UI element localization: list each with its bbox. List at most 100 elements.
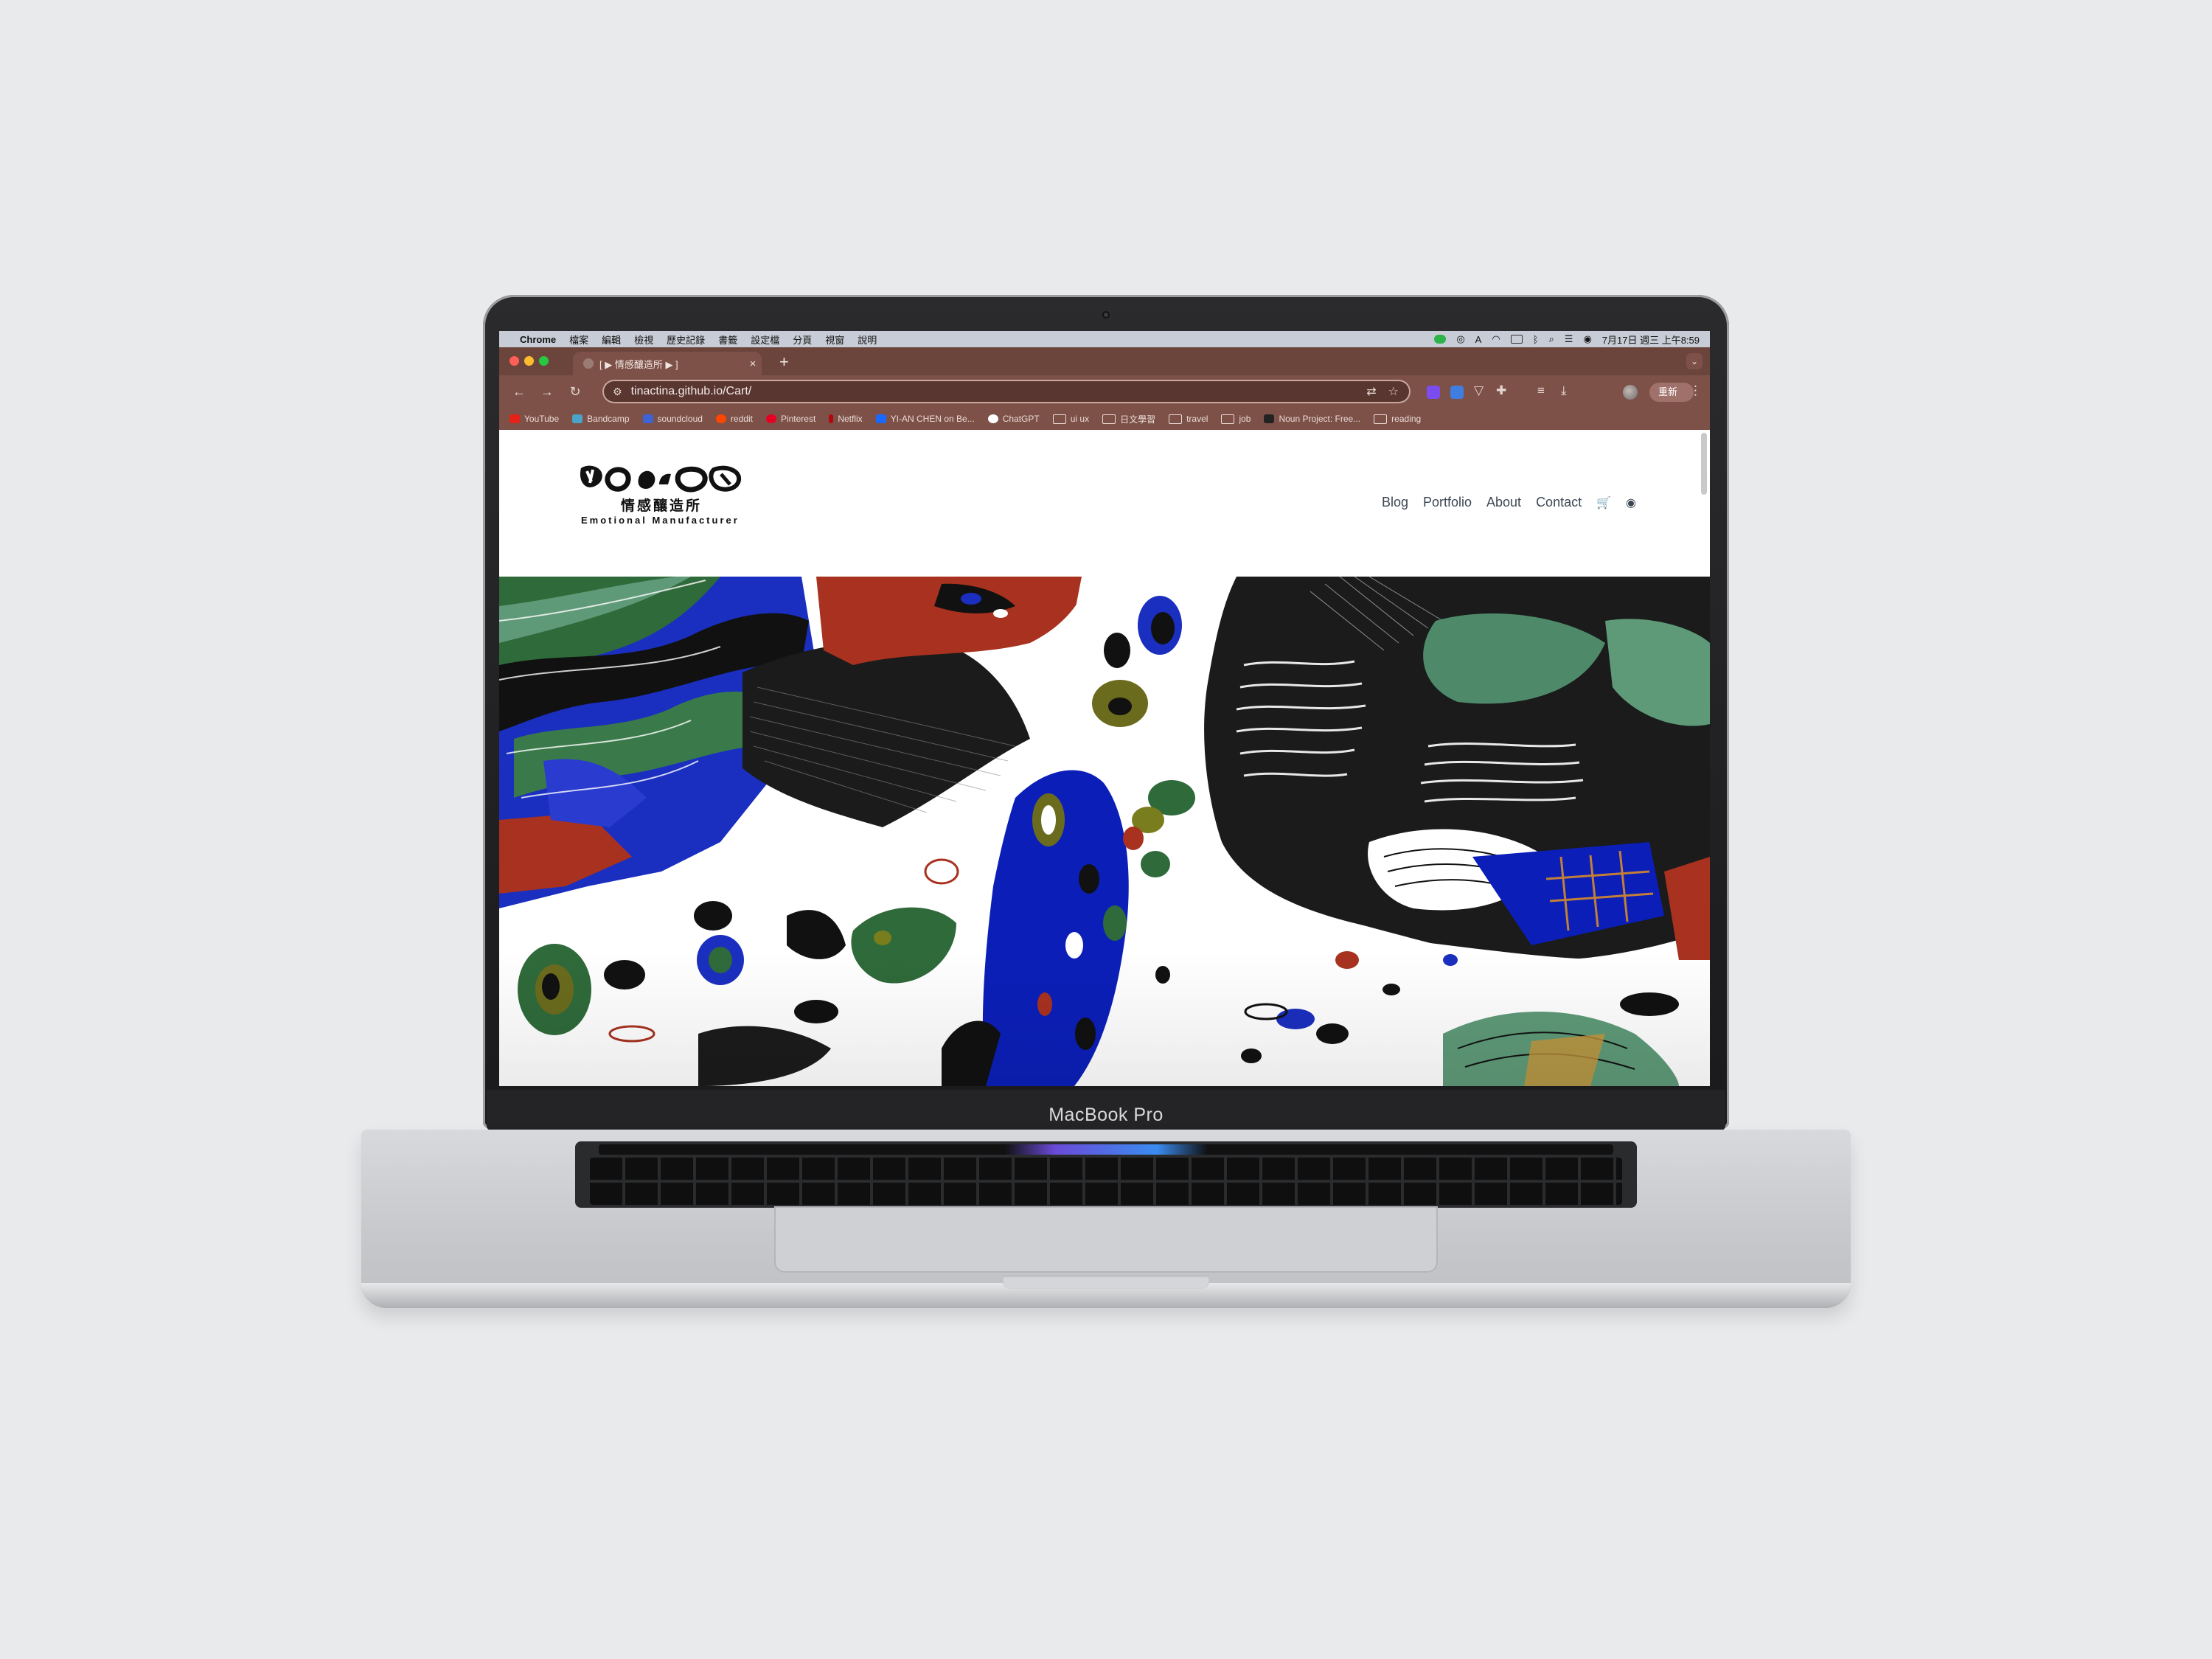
menu-item-tab[interactable]: 分頁: [793, 333, 812, 347]
folder-icon: [1052, 414, 1066, 424]
site-logo[interactable]: 情感釀造所 Emotional Manufacturer: [577, 462, 746, 526]
relaunch-button[interactable]: 重新: [1649, 383, 1694, 402]
bookmarks-bar: YouTube Bandcamp soundcloud reddit Pinte…: [499, 408, 1710, 430]
bookmark-folder-ui-ux[interactable]: ui ux: [1052, 414, 1089, 424]
extensions-puzzle-icon[interactable]: ✚: [1496, 383, 1506, 398]
menu-app-name[interactable]: Chrome: [520, 334, 556, 345]
reading-list-icon[interactable]: ≡: [1537, 383, 1545, 398]
control-center-icon[interactable]: ☰: [1565, 333, 1573, 345]
menubar-clock[interactable]: 7月17日 週三 上午8:59: [1602, 333, 1700, 347]
zoom-window-button[interactable]: [539, 356, 549, 366]
trackpad: [774, 1206, 1438, 1273]
folder-icon: [1221, 414, 1235, 424]
text-input-icon[interactable]: A: [1475, 334, 1482, 345]
bookmark-pinterest[interactable]: Pinterest: [765, 414, 815, 424]
bookmark-folder-travel[interactable]: travel: [1169, 414, 1208, 424]
screen: Chrome 檔案 編輯 檢視 歷史記錄 書籤 設定檔 分頁 視窗 說明 ◎ A…: [499, 331, 1710, 1086]
bookmark-folder-japanese[interactable]: 日文學習: [1102, 413, 1155, 425]
status-app-icon[interactable]: [1434, 335, 1447, 344]
mac-menubar: Chrome 檔案 編輯 檢視 歷史記錄 書籤 設定檔 分頁 視窗 說明 ◎ A…: [499, 331, 1710, 347]
address-url[interactable]: tinactina.github.io/Cart/: [631, 385, 1367, 398]
touch-bar: [599, 1144, 1613, 1155]
nav-link-portfolio[interactable]: Portfolio: [1423, 495, 1472, 510]
logo-chinese-text: 情感釀造所: [621, 498, 703, 514]
behance-icon: [875, 414, 886, 423]
web-page: 情感釀造所 Emotional Manufacturer Blog Portfo…: [499, 430, 1710, 1086]
site-info-icon[interactable]: ⚙: [613, 386, 622, 398]
play-circle-icon[interactable]: ◎: [1456, 333, 1464, 345]
nav-link-about[interactable]: About: [1486, 495, 1521, 510]
netflix-icon: [829, 414, 834, 423]
minimize-window-button[interactable]: [524, 356, 534, 366]
bookmark-youtube[interactable]: YouTube: [509, 414, 559, 424]
profile-avatar[interactable]: [1623, 385, 1638, 400]
bluetooth-icon[interactable]: ᛒ: [1533, 334, 1539, 345]
menubar-status-area: ◎ A ◠ ᛒ ⌕ ☰ ◉ 7月17日 週三 上午8:59: [1434, 333, 1710, 347]
page-scrollbar[interactable]: [1701, 433, 1707, 495]
menu-item-bookmarks[interactable]: 書籤: [718, 333, 737, 347]
reload-icon[interactable]: ↻: [561, 384, 589, 400]
noun-project-icon: [1264, 414, 1275, 423]
tab-favicon-icon: [583, 358, 594, 369]
model-label: MacBook Pro: [1048, 1105, 1164, 1125]
tab-search-chevron-icon[interactable]: ⌄: [1686, 353, 1703, 369]
hero-illustration: [499, 577, 1710, 1086]
more-vertical-icon[interactable]: ⋮: [1689, 383, 1702, 398]
bookmark-folder-reading[interactable]: reading: [1374, 414, 1421, 424]
menu-item-file[interactable]: 檔案: [569, 333, 588, 347]
cart-icon[interactable]: 🛒: [1596, 495, 1611, 510]
logo-mark-icon: [580, 465, 741, 493]
bookmark-noun-project[interactable]: Noun Project: Free...: [1264, 414, 1360, 424]
close-window-button[interactable]: [509, 356, 519, 366]
forward-arrow-icon[interactable]: →: [533, 384, 561, 400]
bookmark-folder-job[interactable]: job: [1221, 414, 1251, 424]
bookmark-soundcloud[interactable]: soundcloud: [642, 414, 703, 424]
menu-item-view[interactable]: 檢視: [634, 333, 653, 347]
bookmark-chatgpt[interactable]: ChatGPT: [987, 414, 1040, 424]
extension-purple-icon[interactable]: [1427, 386, 1440, 399]
pinterest-icon: [765, 414, 776, 423]
bookmark-netflix[interactable]: Netflix: [829, 414, 863, 424]
bookmark-reddit[interactable]: reddit: [715, 414, 753, 424]
battery-icon[interactable]: [1510, 335, 1523, 344]
keyboard-keys: [590, 1158, 1622, 1205]
nav-link-contact[interactable]: Contact: [1536, 495, 1582, 510]
translate-icon[interactable]: ⇄: [1366, 384, 1376, 399]
back-arrow-icon[interactable]: ←: [505, 384, 533, 400]
bookmark-bandcamp[interactable]: Bandcamp: [572, 414, 630, 424]
menu-item-history[interactable]: 歷史記錄: [667, 333, 705, 347]
address-bar[interactable]: ⚙ tinactina.github.io/Cart/ ⇄ ☆: [602, 380, 1411, 403]
soundcloud-icon: [642, 414, 653, 423]
wifi-icon[interactable]: ◠: [1492, 333, 1500, 345]
folder-icon: [1374, 414, 1388, 424]
menu-item-edit[interactable]: 編輯: [602, 333, 621, 347]
menu-item-profiles[interactable]: 設定檔: [751, 333, 779, 347]
bookmark-behance[interactable]: YI-AN CHEN on Be...: [875, 414, 975, 424]
new-tab-button[interactable]: +: [779, 352, 789, 372]
chatgpt-icon: [987, 414, 998, 423]
reddit-icon: [715, 414, 726, 423]
hero-artwork: [499, 577, 1710, 1086]
browser-toolbar: ← → ↻ ⚙ tinactina.github.io/Cart/ ⇄ ☆ ▽ …: [499, 375, 1710, 408]
menu-item-help[interactable]: 說明: [858, 333, 877, 347]
nav-link-blog[interactable]: Blog: [1382, 495, 1408, 510]
tab-active[interactable]: [ ▶ 情感釀造所 ▶ ] ×: [573, 352, 762, 375]
tab-close-icon[interactable]: ×: [744, 358, 762, 370]
extension-s-icon[interactable]: [1450, 386, 1464, 399]
bandcamp-icon: [572, 414, 583, 423]
extension-v-icon[interactable]: ▽: [1474, 383, 1484, 398]
folder-icon: [1102, 414, 1116, 424]
user-account-icon[interactable]: ◉: [1626, 495, 1636, 510]
bookmark-star-icon[interactable]: ☆: [1388, 384, 1399, 399]
lid-notch: [1003, 1276, 1209, 1289]
download-icon[interactable]: ⤓: [1561, 383, 1567, 398]
siri-icon[interactable]: ◉: [1583, 333, 1591, 345]
tab-strip: [ ▶ 情感釀造所 ▶ ] × + ⌄: [499, 347, 1710, 375]
tab-title: [ ▶ 情感釀造所 ▶ ]: [599, 358, 678, 370]
spotlight-search-icon[interactable]: ⌕: [1549, 333, 1554, 345]
folder-icon: [1169, 414, 1183, 424]
logo-english-text: Emotional Manufacturer: [581, 515, 740, 526]
camera-icon: [1102, 311, 1110, 319]
youtube-icon: [509, 414, 520, 423]
menu-item-window[interactable]: 視窗: [825, 333, 844, 347]
